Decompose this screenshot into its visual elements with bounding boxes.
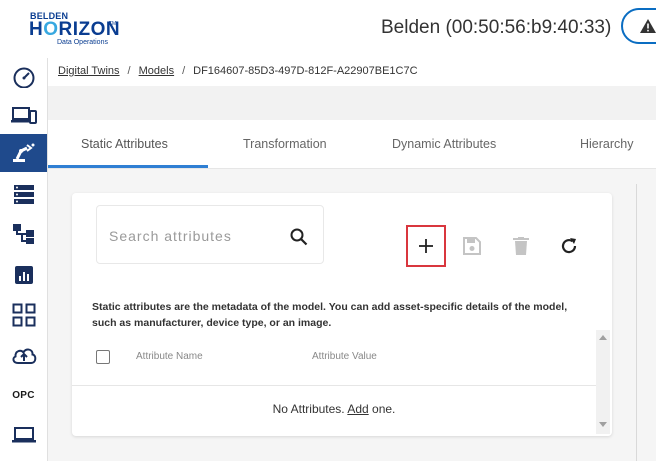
sidebar-item-hierarchy[interactable] bbox=[0, 215, 47, 253]
hierarchy-icon bbox=[12, 224, 34, 244]
sidebar-item-laptop[interactable] bbox=[0, 416, 47, 454]
sidebar-item-reports[interactable] bbox=[0, 256, 47, 294]
breadcrumb-separator: / bbox=[182, 65, 186, 77]
panel-divider bbox=[636, 184, 637, 461]
empty-state-text: No Attributes. bbox=[272, 402, 348, 416]
devices-icon bbox=[10, 107, 37, 124]
logo-trademark: TM bbox=[109, 21, 117, 27]
reports-chart-icon bbox=[14, 266, 33, 284]
active-tab-indicator bbox=[48, 165, 208, 168]
sidebar-item-opc-label: OPC bbox=[12, 389, 35, 401]
search-icon[interactable] bbox=[290, 228, 308, 246]
alerts-button[interactable] bbox=[621, 8, 656, 44]
scroll-down-arrow[interactable] bbox=[599, 422, 607, 427]
tab-transformation[interactable]: Transformation bbox=[243, 137, 327, 151]
plus-icon bbox=[419, 239, 433, 253]
tab-dynamic-attributes[interactable]: Dynamic Attributes bbox=[392, 137, 496, 151]
sidebar-item-upload[interactable] bbox=[0, 336, 47, 374]
header-band bbox=[48, 86, 656, 120]
logo-subtitle: Data Operations bbox=[57, 39, 108, 46]
search-input[interactable]: Search attributes bbox=[109, 228, 232, 244]
delete-icon[interactable] bbox=[513, 237, 529, 255]
digital-twins-icon bbox=[12, 143, 34, 162]
device-title: Belden (00:50:56:b9:40:33) bbox=[381, 17, 612, 38]
sidebar-item-apps[interactable] bbox=[0, 296, 47, 334]
sidebar: OPC bbox=[0, 58, 48, 461]
cloud-upload-icon bbox=[11, 348, 36, 364]
refresh-icon[interactable] bbox=[560, 237, 578, 255]
add-attribute-button[interactable] bbox=[406, 225, 446, 267]
column-attribute-name[interactable]: Attribute Name bbox=[136, 351, 203, 362]
laptop-icon bbox=[11, 427, 36, 443]
server-list-icon bbox=[13, 185, 34, 204]
empty-state-message: No Attributes. Add one. bbox=[72, 402, 596, 416]
sidebar-item-servers[interactable] bbox=[0, 175, 47, 213]
tab-static-attributes[interactable]: Static Attributes bbox=[81, 137, 168, 151]
breadcrumb-models[interactable]: Models bbox=[139, 65, 174, 77]
static-attributes-card: Search attributes Static attributes are … bbox=[72, 193, 612, 436]
sidebar-item-opc[interactable]: OPC bbox=[0, 376, 47, 414]
table-scrollbar[interactable] bbox=[596, 330, 610, 434]
logo-brand-main: HORIZON bbox=[29, 19, 121, 40]
apps-grid-icon bbox=[12, 303, 35, 327]
table-header bbox=[72, 343, 596, 386]
breadcrumb-separator: / bbox=[127, 65, 131, 77]
description-text: Static attributes are the metadata of th… bbox=[92, 301, 568, 329]
tab-hierarchy[interactable]: Hierarchy bbox=[580, 137, 634, 151]
breadcrumb-digital-twins[interactable]: Digital Twins bbox=[58, 65, 120, 77]
warning-icon bbox=[640, 19, 656, 33]
sidebar-item-devices[interactable] bbox=[0, 96, 47, 134]
save-icon[interactable] bbox=[463, 237, 481, 255]
scroll-up-arrow[interactable] bbox=[599, 335, 607, 340]
sidebar-item-dashboard[interactable] bbox=[0, 58, 47, 96]
add-one-link[interactable]: Add bbox=[347, 402, 368, 416]
dashboard-gauge-icon bbox=[13, 67, 34, 88]
belden-horizon-logo[interactable]: BELDEN HORIZON TM Data Operations bbox=[29, 9, 129, 49]
sidebar-item-digital-twins[interactable] bbox=[0, 134, 47, 172]
tab-bar: Static Attributes Transformation Dynamic… bbox=[48, 122, 656, 169]
empty-state-suffix: one. bbox=[368, 402, 396, 416]
select-all-checkbox[interactable] bbox=[96, 350, 110, 364]
breadcrumb-current: DF164607-85D3-497D-812F-A22907BE1C7C bbox=[193, 65, 418, 77]
search-box[interactable]: Search attributes bbox=[96, 205, 324, 264]
column-attribute-value[interactable]: Attribute Value bbox=[312, 351, 377, 362]
breadcrumb: Digital Twins / Models / DF164607-85D3-497D-… bbox=[58, 65, 418, 77]
top-bar: BELDEN HORIZON TM Data Operations Belden… bbox=[0, 0, 656, 58]
